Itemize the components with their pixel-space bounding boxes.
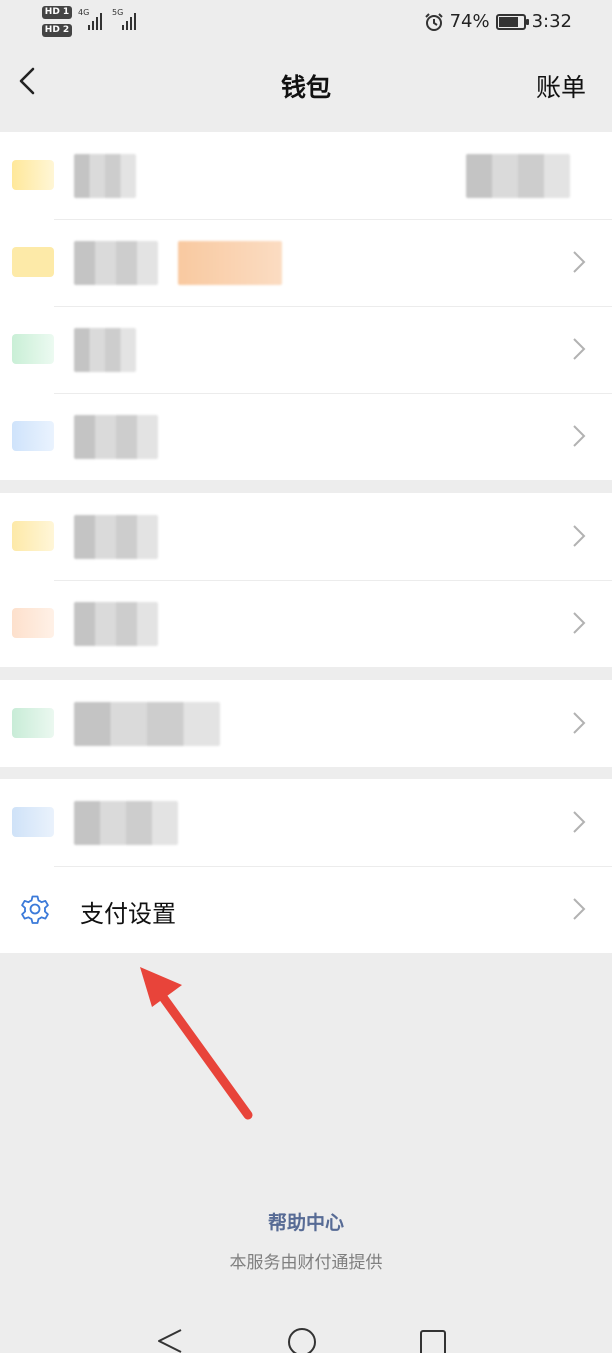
system-home-icon	[288, 1328, 316, 1353]
redacted-icon	[12, 521, 54, 551]
chevron-right-icon	[573, 425, 586, 447]
redacted-label	[74, 415, 158, 459]
chevron-right-icon	[573, 251, 586, 273]
redacted-icon	[12, 608, 54, 638]
page-title: 钱包	[280, 73, 331, 102]
battery-icon	[495, 13, 529, 30]
redacted-icon	[12, 807, 54, 837]
list-item-blurred[interactable]	[0, 393, 612, 480]
chevron-right-icon	[573, 712, 586, 734]
status-right: 74% 3:32	[424, 11, 572, 32]
list-item-blurred[interactable]	[0, 493, 612, 580]
status-bar: HD 1 HD 2 4G 5G 74% 3:32	[0, 0, 612, 48]
list-item-blurred[interactable]	[0, 219, 612, 306]
battery-percent: 74%	[449, 11, 490, 32]
nav-bar: 钱包 账单	[0, 48, 612, 132]
bill-button[interactable]: 账单	[536, 68, 586, 104]
signal-icon	[88, 10, 102, 30]
redacted-label	[74, 702, 220, 746]
redacted-label	[74, 154, 136, 198]
sim-indicators: HD 1 HD 2	[42, 6, 72, 42]
system-nav-bar	[158, 1328, 446, 1353]
wallet-group-3	[0, 680, 612, 767]
chevron-right-icon	[573, 811, 586, 833]
chevron-right-icon	[573, 525, 586, 547]
pay-settings-item[interactable]: 支付设置	[0, 866, 612, 953]
provider-text: 本服务由财付通提供	[229, 1253, 383, 1273]
chevron-right-icon	[573, 898, 586, 920]
chevron-right-icon	[573, 338, 586, 360]
redacted-label	[74, 801, 178, 845]
wallet-group-2	[0, 493, 612, 667]
alarm-icon	[424, 12, 443, 31]
redacted-label	[74, 241, 158, 285]
gear-icon	[21, 895, 49, 924]
chevron-right-icon	[573, 612, 586, 634]
list-item-blurred[interactable]	[0, 680, 612, 767]
redacted-label	[74, 328, 136, 372]
system-back-icon	[158, 1329, 182, 1353]
redacted-icon	[12, 160, 54, 190]
list-item-blurred[interactable]	[0, 306, 612, 393]
list-item-blurred[interactable]	[0, 580, 612, 667]
annotation-arrow-icon	[140, 967, 253, 1120]
help-center-link[interactable]: 帮助中心	[0, 1208, 612, 1235]
redacted-label	[74, 515, 158, 559]
list-item-blurred[interactable]	[0, 132, 612, 219]
redacted-icon	[12, 421, 54, 451]
redacted-icon	[12, 708, 54, 738]
sim2-badge: HD 2	[42, 24, 72, 37]
redacted-label	[74, 602, 158, 646]
redacted-value	[466, 154, 570, 198]
system-recents-icon	[420, 1330, 446, 1353]
clock: 3:32	[531, 11, 572, 32]
redacted-icon	[12, 334, 54, 364]
signal-icon	[122, 10, 136, 30]
redacted-icon	[12, 247, 54, 277]
wallet-group-1	[0, 132, 612, 480]
wallet-group-4: 支付设置	[0, 779, 612, 953]
sim1-badge: HD 1	[42, 6, 72, 19]
redacted-badge	[178, 241, 282, 285]
pay-settings-label: 支付设置	[80, 900, 176, 928]
list-item-blurred[interactable]	[0, 779, 612, 866]
wallet-page: HD 1 HD 2 4G 5G 74% 3:32 钱包 账单 支付设置 帮助中心…	[0, 0, 612, 1353]
